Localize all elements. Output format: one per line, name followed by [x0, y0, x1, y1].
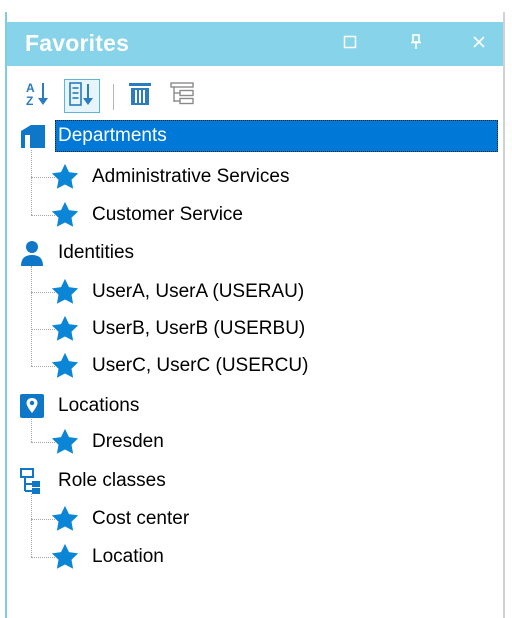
- tree-item-label: UserA, UserA (USERAU): [92, 281, 305, 302]
- star-icon: [50, 542, 80, 572]
- tree-item-userc[interactable]: UserC, UserC (USERCU): [92, 351, 308, 381]
- tree-connector: [31, 266, 33, 366]
- tree-connector: [31, 150, 33, 215]
- star-icon: [50, 314, 80, 344]
- star-icon: [50, 200, 80, 230]
- tree-item-label: Administrative Services: [92, 166, 290, 187]
- tree-node-label: Locations: [58, 395, 140, 416]
- tree-node-role-classes[interactable]: Role classes: [58, 466, 166, 496]
- tree-item-location[interactable]: Location: [92, 542, 164, 572]
- tree-connector: [31, 419, 33, 442]
- tree-connector: [31, 494, 33, 557]
- favorites-tree: Departments Administrative Services Cust…: [0, 0, 512, 618]
- star-icon: [50, 504, 80, 534]
- tree-node-label: Identities: [58, 242, 135, 263]
- tree-item-label: Location: [92, 546, 164, 567]
- building-icon: [18, 121, 48, 151]
- tree-item-label: UserB, UserB (USERBU): [92, 318, 306, 339]
- tree-node-label: Departments: [58, 125, 167, 146]
- tree-item-cost-center[interactable]: Cost center: [92, 504, 189, 534]
- star-icon: [50, 277, 80, 307]
- tree-node-locations[interactable]: Locations: [58, 391, 139, 421]
- tree-item-administrative-services[interactable]: Administrative Services: [92, 162, 289, 192]
- star-icon: [50, 427, 80, 457]
- role-hierarchy-icon: [17, 466, 47, 496]
- star-icon: [50, 351, 80, 381]
- person-icon: [17, 238, 47, 268]
- tree-item-label: Dresden: [92, 431, 164, 452]
- location-pin-icon: [17, 391, 47, 421]
- tree-item-userb[interactable]: UserB, UserB (USERBU): [92, 314, 305, 344]
- star-icon: [50, 162, 80, 192]
- tree-item-usera[interactable]: UserA, UserA (USERAU): [92, 277, 304, 307]
- tree-item-dresden[interactable]: Dresden: [92, 427, 164, 457]
- tree-item-label: UserC, UserC (USERCU): [92, 355, 309, 376]
- tree-node-departments[interactable]: Departments: [58, 121, 167, 151]
- tree-item-label: Customer Service: [92, 204, 243, 225]
- tree-item-customer-service[interactable]: Customer Service: [92, 200, 243, 230]
- tree-node-label: Role classes: [58, 470, 166, 491]
- tree-item-label: Cost center: [92, 508, 190, 529]
- tree-node-identities[interactable]: Identities: [58, 238, 134, 268]
